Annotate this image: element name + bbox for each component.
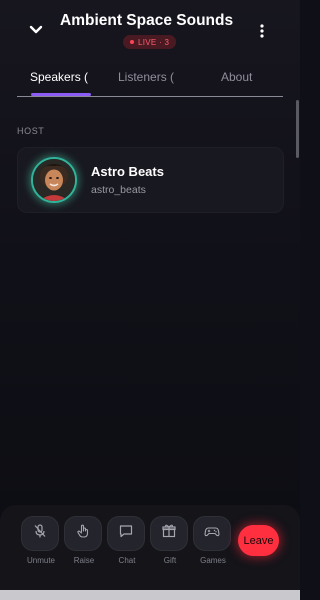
gamepad-icon xyxy=(204,523,220,544)
system-nav-bar xyxy=(0,590,300,600)
chevron-down-icon[interactable] xyxy=(26,20,46,40)
host-speaker-card[interactable]: Astro Beats astro_beats xyxy=(17,147,284,213)
games-button[interactable] xyxy=(193,516,231,551)
hand-icon xyxy=(75,523,91,544)
raise-hand-button[interactable] xyxy=(64,516,102,551)
scrollbar-thumb[interactable] xyxy=(296,100,299,158)
chat-icon xyxy=(118,523,134,544)
gift-button[interactable] xyxy=(150,516,188,551)
host-name: Astro Beats xyxy=(91,164,164,179)
tab-listeners[interactable]: Listeners ( xyxy=(118,70,174,84)
mic-off-icon xyxy=(32,523,48,544)
room-tabs: Speakers ( Listeners ( About xyxy=(17,66,283,97)
raise-control: Raise xyxy=(64,516,104,565)
tab-about[interactable]: About xyxy=(221,70,252,84)
tab-speakers[interactable]: Speakers ( xyxy=(30,70,88,84)
room-header: Ambient Space Sounds LIVE · 3 xyxy=(0,0,300,60)
more-vertical-icon[interactable] xyxy=(254,21,270,41)
live-badge-text: LIVE · 3 xyxy=(138,37,170,47)
games-label: Games xyxy=(200,556,226,565)
scrollbar[interactable] xyxy=(296,100,300,500)
audio-room-screen: Ambient Space Sounds LIVE · 3 Speakers (… xyxy=(0,0,300,600)
unmute-label: Unmute xyxy=(26,556,55,565)
section-label-host: HOST xyxy=(17,126,45,136)
unmute-button[interactable] xyxy=(21,516,59,551)
active-tab-indicator xyxy=(31,93,91,96)
leave-button[interactable]: Leave xyxy=(238,525,279,556)
games-control: Games xyxy=(193,516,233,565)
live-dot-icon xyxy=(130,40,134,44)
control-bar: Unmute Raise Chat Gift Games Leave xyxy=(0,505,300,600)
gift-control: Gift xyxy=(150,516,190,565)
chat-button[interactable] xyxy=(107,516,145,551)
chat-label: Chat xyxy=(118,556,136,565)
gift-icon xyxy=(161,523,177,544)
host-handle: astro_beats xyxy=(91,184,146,196)
chat-control: Chat xyxy=(107,516,147,565)
avatar[interactable] xyxy=(31,157,77,203)
live-badge: LIVE · 3 xyxy=(123,35,177,49)
gift-label: Gift xyxy=(163,556,177,565)
raise-label: Raise xyxy=(73,556,95,565)
room-title: Ambient Space Sounds xyxy=(60,12,234,29)
unmute-control: Unmute xyxy=(21,516,61,565)
